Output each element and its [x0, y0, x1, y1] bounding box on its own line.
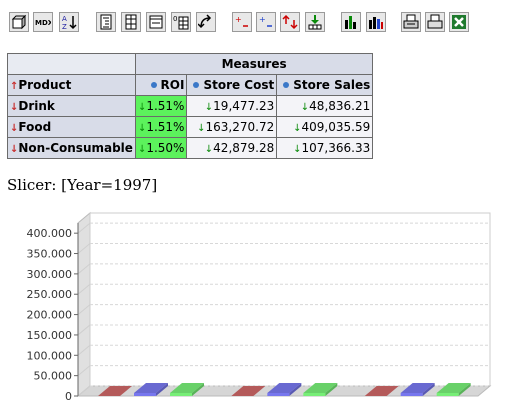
table-row: ↓Drink ↓1.51% ↓19,477.23 ↓48,836.21 [7, 95, 374, 117]
store-cost-cell: ↓19,477.23 [186, 95, 278, 117]
roi-cell: ↓1.51% [134, 116, 188, 138]
row-label: Drink [18, 99, 55, 113]
cube-navigator-button[interactable] [9, 12, 29, 32]
member-bullet-icon [150, 82, 157, 88]
bar-chart-icon [345, 16, 356, 29]
roi-cell: ↓1.51% [134, 95, 188, 117]
sort-button[interactable]: A Z [59, 12, 79, 32]
store-sales-cell: ↓107,366.33 [276, 137, 374, 159]
bar [134, 393, 156, 396]
chart-config-icon [369, 17, 383, 29]
bar [303, 393, 326, 396]
bar-chart: 0 50.000 100.000 150.000 200.000 250.000 300.0… [27, 211, 492, 403]
sort-az-icon: A Z [62, 15, 77, 30]
member-bullet-icon [283, 82, 290, 88]
y-tick-label: 200.000 [27, 309, 73, 322]
store-sales-cell: ↓409,035.59 [276, 116, 374, 138]
pivot-table: Measures ↑Product ROI Store Cost Store S… [7, 53, 374, 159]
excel-icon [452, 15, 466, 29]
column-header-roi[interactable]: ROI [134, 74, 188, 96]
slicer-label: Slicer: [Year=1997] [7, 176, 158, 194]
trend-down-icon: ↓ [293, 144, 302, 155]
drill-position-icon: + [259, 15, 272, 27]
back-wall [89, 212, 491, 387]
show-chart-button[interactable] [341, 12, 361, 32]
left-wall [77, 211, 91, 398]
drill-member-button[interactable]: + [232, 12, 252, 32]
export-excel-button[interactable] [449, 12, 469, 32]
row-header-drink[interactable]: ↓Drink [7, 95, 136, 117]
trend-down-icon: ↓ [204, 102, 214, 113]
print-icon [427, 14, 443, 29]
y-tick-label: 250.000 [27, 288, 73, 301]
y-tick-label: 350.000 [27, 248, 73, 261]
suppress-empty-button[interactable]: 0 [171, 12, 191, 32]
drill-through-icon [308, 15, 322, 30]
y-tick-label: 50.000 [34, 370, 73, 383]
svg-text:Z: Z [62, 23, 67, 30]
member-bullet-icon [193, 82, 200, 88]
hierarchy-icon [100, 14, 112, 30]
swap-axes-button[interactable] [196, 12, 216, 32]
product-header[interactable]: ↑Product [7, 74, 136, 96]
drill-member-icon: + [235, 15, 248, 27]
cube-icon [11, 14, 27, 30]
column-header-label: ROI [160, 78, 185, 92]
hide-spans-button[interactable] [121, 12, 141, 32]
y-tick-label: 400.000 [27, 227, 73, 240]
trend-down-icon: ↓ [197, 123, 206, 134]
print-config-icon [403, 14, 419, 29]
y-tick-label: 0 [65, 390, 72, 403]
svg-text:+: + [235, 15, 242, 24]
chart-config-button[interactable] [366, 12, 386, 32]
bar [267, 393, 290, 396]
bar [436, 393, 459, 396]
print-button[interactable] [425, 12, 445, 32]
show-parents-button[interactable] [96, 12, 116, 32]
drill-replace-icon [282, 14, 298, 30]
column-header-label: Store Cost [203, 78, 275, 92]
y-tick-label: 100.000 [27, 349, 73, 362]
toolbar: MDX A Z 0 + + [0, 0, 506, 40]
store-sales-cell: ↓48,836.21 [276, 95, 374, 117]
column-header-store-sales[interactable]: Store Sales [276, 74, 374, 96]
column-header-store-cost[interactable]: Store Cost [186, 74, 278, 96]
swap-axes-icon [198, 14, 212, 29]
column-icon [125, 14, 137, 30]
trend-down-icon: ↓ [293, 123, 302, 134]
store-cost-cell: ↓163,270.72 [186, 116, 278, 138]
row-header-food[interactable]: ↓Food [7, 116, 136, 138]
y-tick-label: 150.000 [27, 329, 73, 342]
roi-cell: ↓1.50% [134, 137, 188, 159]
trend-down-icon: ↓ [300, 102, 310, 113]
drill-replace-button[interactable] [280, 12, 300, 32]
y-tick-label: 300.000 [27, 268, 73, 281]
table-row: ↓Food ↓1.51% ↓163,270.72 ↓409,035.59 [7, 116, 374, 138]
properties-icon [149, 15, 163, 29]
print-config-button[interactable] [401, 12, 421, 32]
bar [400, 393, 423, 396]
store-cost-cell: ↓42,879.28 [186, 137, 278, 159]
svg-text:MDX: MDX [35, 19, 51, 27]
svg-text:A: A [62, 15, 67, 23]
empty-rows-icon: 0 [173, 15, 189, 30]
show-properties-button[interactable] [146, 12, 166, 32]
trend-down-icon: ↓ [204, 144, 214, 155]
row-label: Non-Consumable [18, 141, 133, 155]
svg-text:+: + [259, 15, 266, 24]
column-header-label: Store Sales [293, 78, 371, 92]
measures-header[interactable]: Measures [134, 53, 374, 75]
bar [170, 393, 192, 396]
svg-text:0: 0 [173, 15, 177, 23]
drill-through-button[interactable] [305, 12, 325, 32]
row-label: Food [18, 120, 52, 134]
mdx-button[interactable]: MDX [33, 12, 53, 32]
row-header-non-consumable[interactable]: ↓Non-Consumable [7, 137, 136, 159]
drill-position-button[interactable]: + [256, 12, 276, 32]
mdx-icon: MDX [35, 19, 51, 27]
product-header-label: Product [18, 78, 72, 92]
corner-cell [7, 53, 136, 75]
table-row: ↓Non-Consumable ↓1.50% ↓42,879.28 ↓107,3… [7, 137, 374, 159]
